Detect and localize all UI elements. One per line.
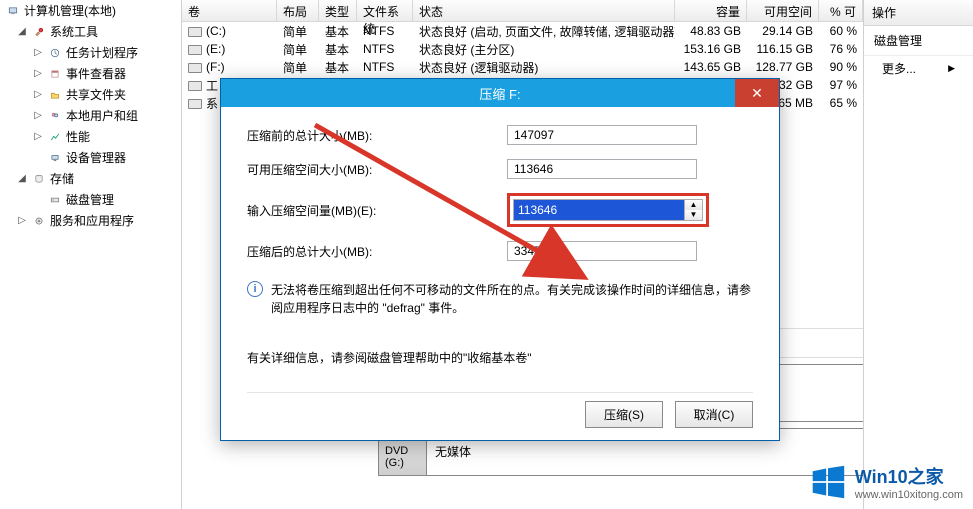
tree-label: 磁盘管理 [66, 191, 114, 208]
volume-icon [188, 81, 202, 91]
col-capacity[interactable]: 容量 [675, 0, 747, 21]
expand-icon[interactable]: ▷ [32, 110, 44, 121]
windows-logo-icon [809, 464, 847, 500]
help-message: 有关详细信息，请参阅磁盘管理帮助中的"收缩基本卷" [247, 331, 753, 392]
dialog-body: 压缩前的总计大小(MB): 147097 可用压缩空间大小(MB): 11364… [221, 107, 779, 440]
watermark-brand: Win10之家 [855, 463, 963, 489]
tree-disk-management[interactable]: ▷ 磁盘管理 [0, 189, 181, 210]
tree-label: 事件查看器 [66, 65, 126, 82]
tree-device-manager[interactable]: ▷ 设备管理器 [0, 147, 181, 168]
volume-header: 卷 布局 类型 文件系统 状态 容量 可用空间 % 可 [182, 0, 863, 22]
cancel-button[interactable]: 取消(C) [675, 401, 753, 428]
tree-label: 共享文件夹 [66, 86, 126, 103]
table-row[interactable]: (E:)简单基本NTFS状态良好 (主分区)153.16 GB116.15 GB… [182, 40, 863, 58]
dialog-titlebar[interactable]: 压缩 F: ✕ [221, 79, 779, 107]
actions-more-label: 更多... [882, 60, 916, 77]
dvd-label: DVD (G:) [385, 445, 420, 469]
total-after-value: 33451 [507, 241, 697, 261]
volume-icon [188, 27, 202, 37]
expand-icon[interactable]: ▷ [32, 131, 44, 142]
tree-label: 本地用户和组 [66, 107, 138, 124]
table-row[interactable]: (C:)简单基本NTFS状态良好 (启动, 页面文件, 故障转储, 逻辑驱动器)… [182, 22, 863, 40]
available-value: 113646 [507, 159, 697, 179]
col-layout[interactable]: 布局 [277, 0, 319, 21]
info-message: 无法将卷压缩到超出任何不可移动的文件所在的点。有关完成该操作时间的详细信息，请参… [271, 281, 753, 317]
tree-label: 性能 [66, 128, 90, 145]
actions-header: 操作 [864, 0, 973, 26]
close-icon: ✕ [751, 85, 763, 102]
tools-icon [31, 24, 47, 40]
col-status[interactable]: 状态 [413, 0, 675, 21]
actions-panel: 操作 磁盘管理 更多... ▶ [863, 0, 973, 509]
actions-more[interactable]: 更多... ▶ [864, 56, 973, 81]
info-icon: i [247, 281, 263, 297]
nav-tree: 计算机管理(本地) ◢ 系统工具 ▷ 任务计划程序 ▷ 事件查看器 ▷ 共享文件… [0, 0, 182, 509]
tree-event-viewer[interactable]: ▷ 事件查看器 [0, 63, 181, 84]
info-row: i 无法将卷压缩到超出任何不可移动的文件所在的点。有关完成该操作时间的详细信息，… [247, 275, 753, 331]
tree-system-tools[interactable]: ◢ 系统工具 [0, 21, 181, 42]
disk-mgmt-icon [47, 192, 63, 208]
tree-shared-folders[interactable]: ▷ 共享文件夹 [0, 84, 181, 105]
collapse-icon[interactable]: ◢ [16, 173, 28, 184]
total-before-value: 147097 [507, 125, 697, 145]
shrink-input-highlight: ▲ ▼ [507, 193, 709, 227]
tree-label: 任务计划程序 [66, 44, 138, 61]
spin-up[interactable]: ▲ [685, 200, 702, 210]
total-before-label: 压缩前的总计大小(MB): [247, 127, 507, 144]
tree-root[interactable]: 计算机管理(本地) [0, 0, 181, 21]
watermark: Win10之家 www.win10xitong.com [809, 463, 963, 501]
available-label: 可用压缩空间大小(MB): [247, 161, 507, 178]
col-volume[interactable]: 卷 [182, 0, 277, 21]
users-icon [47, 108, 63, 124]
tree-local-users[interactable]: ▷ 本地用户和组 [0, 105, 181, 126]
volume-icon [188, 45, 202, 55]
shrink-input[interactable] [514, 200, 684, 220]
event-icon [47, 66, 63, 82]
col-free[interactable]: 可用空间 [747, 0, 819, 21]
expand-icon[interactable]: ▷ [32, 47, 44, 58]
col-fs[interactable]: 文件系统 [357, 0, 413, 21]
tree-label: 系统工具 [50, 23, 98, 40]
computer-icon [5, 3, 21, 19]
total-after-label: 压缩后的总计大小(MB): [247, 243, 507, 260]
device-icon [47, 150, 63, 166]
volume-icon [188, 63, 202, 73]
services-icon [31, 213, 47, 229]
close-button[interactable]: ✕ [735, 79, 779, 107]
tree-storage[interactable]: ◢ 存储 [0, 168, 181, 189]
col-pct[interactable]: % 可 [819, 0, 863, 21]
expand-icon[interactable]: ▷ [32, 68, 44, 79]
volume-icon [188, 99, 202, 109]
tree-performance[interactable]: ▷ 性能 [0, 126, 181, 147]
actions-diskmgmt[interactable]: 磁盘管理 [864, 26, 973, 56]
tree-label: 服务和应用程序 [50, 212, 134, 229]
dialog-buttons: 压缩(S) 取消(C) [247, 392, 753, 428]
input-label: 输入压缩空间量(MB)(E): [247, 202, 507, 219]
shared-folder-icon [47, 87, 63, 103]
shrink-spinner[interactable]: ▲ ▼ [513, 199, 703, 221]
tree-services-apps[interactable]: ▷ 服务和应用程序 [0, 210, 181, 231]
col-type[interactable]: 类型 [319, 0, 357, 21]
watermark-url: www.win10xitong.com [855, 489, 963, 501]
table-row[interactable]: (F:)简单基本NTFS状态良好 (逻辑驱动器)143.65 GB128.77 … [182, 58, 863, 76]
scheduler-icon [47, 45, 63, 61]
tree-label: 设备管理器 [66, 149, 126, 166]
shrink-dialog: 压缩 F: ✕ 压缩前的总计大小(MB): 147097 可用压缩空间大小(MB… [220, 78, 780, 441]
collapse-icon[interactable]: ◢ [16, 26, 28, 37]
expand-icon[interactable]: ▷ [32, 89, 44, 100]
spin-down[interactable]: ▼ [685, 210, 702, 220]
chevron-right-icon: ▶ [948, 63, 955, 74]
performance-icon [47, 129, 63, 145]
watermark-text: Win10之家 www.win10xitong.com [855, 463, 963, 501]
expand-icon[interactable]: ▷ [16, 215, 28, 226]
dialog-title: 压缩 F: [479, 84, 520, 103]
tree-task-scheduler[interactable]: ▷ 任务计划程序 [0, 42, 181, 63]
tree-label: 存储 [50, 170, 74, 187]
tree-label: 计算机管理(本地) [24, 2, 116, 19]
storage-icon [31, 171, 47, 187]
shrink-button[interactable]: 压缩(S) [585, 401, 663, 428]
